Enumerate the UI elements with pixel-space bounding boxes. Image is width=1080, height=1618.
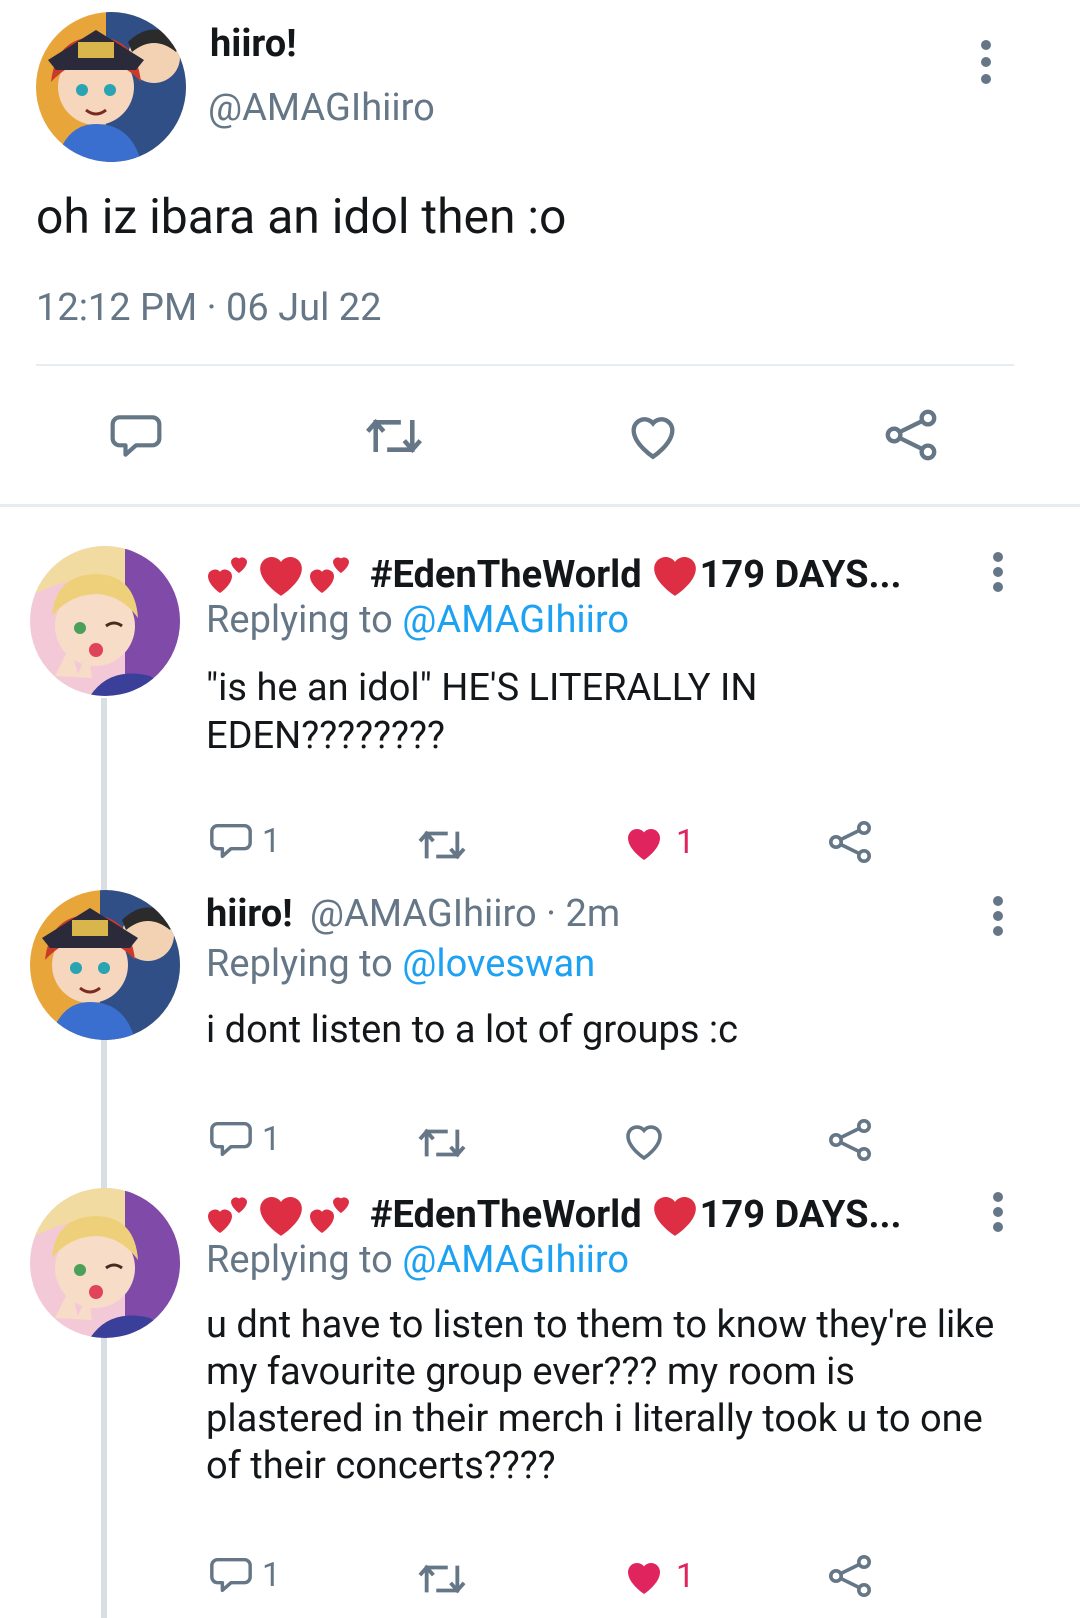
- main-display-name[interactable]: hiiro!: [210, 22, 296, 66]
- share-icon: [829, 821, 871, 863]
- reply-icon: [210, 1121, 252, 1157]
- section-divider: [0, 504, 1080, 507]
- reply1-name-row[interactable]: #EdenTheWorld 179 DAYS...: [206, 550, 902, 600]
- main-handle[interactable]: @AMAGIhiiro: [208, 86, 435, 130]
- reply1-retweet-button[interactable]: [414, 822, 470, 868]
- reply3-replying-to: Replying to @AMAGIhiiro: [206, 1238, 629, 1282]
- reply2-share-button[interactable]: [826, 1116, 874, 1164]
- main-like-button[interactable]: [624, 406, 682, 464]
- main-timestamp: 12:12 PM · 06 Jul 22: [36, 286, 381, 330]
- reply1-name-suffix[interactable]: 179 DAYS...: [700, 553, 902, 597]
- reply1-replying-handle[interactable]: @AMAGIhiiro: [402, 598, 629, 642]
- reply3-more-options-icon[interactable]: [992, 1192, 1004, 1232]
- reply-icon: [210, 1557, 252, 1593]
- reply3-display-name[interactable]: #EdenTheWorld: [370, 1193, 642, 1237]
- like-icon: [626, 1125, 662, 1161]
- reply2-name-row[interactable]: hiiro! @AMAGIhiiro · 2m: [206, 892, 620, 936]
- reply3-text: u dnt have to listen to them to know the…: [206, 1303, 995, 1488]
- reply2-replying-handle[interactable]: @loveswan: [402, 942, 595, 986]
- like-icon: [628, 1563, 660, 1594]
- two-hearts-emoji: [208, 1197, 247, 1233]
- heart-emoji: [260, 1196, 302, 1236]
- like-icon: [628, 829, 660, 860]
- reply2-reply-button[interactable]: 1: [208, 1116, 281, 1162]
- avatar-hiiro-main[interactable]: [36, 12, 186, 162]
- reply2-display-name[interactable]: hiiro!: [206, 892, 292, 936]
- reply3-retweet-button[interactable]: [414, 1556, 470, 1602]
- share-icon: [829, 1555, 871, 1597]
- reply1-share-button[interactable]: [826, 818, 874, 866]
- reply3-like-count: 1: [676, 1556, 695, 1596]
- reply2-retweet-button[interactable]: [414, 1120, 470, 1166]
- retweet-icon: [365, 418, 423, 454]
- reply2-time: · 2m: [546, 892, 621, 936]
- reply1-replying-to: Replying to @AMAGIhiiro: [206, 598, 629, 642]
- reply3-reply-button[interactable]: 1: [208, 1552, 281, 1598]
- reply2-replying-prefix: Replying to: [206, 942, 403, 986]
- reply1-like-button[interactable]: 1: [620, 818, 695, 866]
- reply3-reply-count: 1: [262, 1555, 281, 1595]
- main-tweet-text: oh iz ibara an idol then :o: [36, 188, 567, 245]
- reply-icon: [210, 823, 252, 859]
- reply2-text: i dont listen to a lot of groups :c: [206, 1008, 738, 1052]
- heart-emoji: [653, 556, 696, 596]
- main-retweet-button[interactable]: [362, 408, 426, 464]
- two-hearts-emoji: [208, 557, 247, 593]
- reply1-replying-prefix: Replying to: [206, 598, 403, 642]
- like-icon: [631, 417, 675, 460]
- two-hearts-emoji: [310, 557, 349, 593]
- reply1-text: "is he an idol" HE'S LITERALLY IN EDEN??…: [206, 666, 758, 758]
- reply3-name-suffix[interactable]: 179 DAYS...: [700, 1193, 902, 1237]
- main-time-separator: ·: [206, 286, 217, 330]
- heart-emoji: [653, 1196, 696, 1236]
- avatar-hiiro-reply[interactable]: [30, 890, 180, 1040]
- reply3-replying-handle[interactable]: @AMAGIhiiro: [402, 1238, 629, 1282]
- avatar-eden-1[interactable]: [30, 546, 180, 696]
- reply3-replying-prefix: Replying to: [206, 1238, 403, 1282]
- share-icon: [829, 1119, 871, 1161]
- reply1-reply-count: 1: [262, 821, 281, 861]
- reply1-display-name[interactable]: #EdenTheWorld: [370, 553, 642, 597]
- main-share-button[interactable]: [882, 406, 940, 464]
- avatar-eden-2[interactable]: [30, 1188, 180, 1338]
- heart-emoji: [260, 556, 302, 596]
- retweet-icon: [418, 1128, 466, 1158]
- share-icon: [885, 409, 937, 461]
- reply3-name-row[interactable]: #EdenTheWorld 179 DAYS...: [206, 1190, 902, 1240]
- thread-line: [101, 698, 107, 1618]
- main-date: 06 Jul 22: [226, 286, 382, 330]
- reply2-handle[interactable]: @AMAGIhiiro: [310, 892, 537, 936]
- reply2-replying-to: Replying to @loveswan: [206, 942, 595, 986]
- retweet-icon: [418, 1564, 466, 1594]
- main-time: 12:12 PM: [36, 286, 198, 330]
- main-reply-button[interactable]: [108, 408, 164, 464]
- reply2-like-button[interactable]: [620, 1116, 668, 1164]
- reply3-share-button[interactable]: [826, 1552, 874, 1600]
- reply1-like-count: 1: [676, 822, 695, 862]
- reply1-reply-button[interactable]: 1: [208, 818, 281, 864]
- reply2-more-options-icon[interactable]: [992, 896, 1004, 936]
- reply-icon: [110, 415, 162, 457]
- reply2-reply-count: 1: [262, 1119, 281, 1159]
- retweet-icon: [418, 830, 466, 860]
- reply1-more-options-icon[interactable]: [992, 552, 1004, 592]
- main-divider: [36, 364, 1014, 366]
- two-hearts-emoji: [310, 1197, 349, 1233]
- reply3-like-button[interactable]: 1: [620, 1552, 695, 1600]
- main-more-options-icon[interactable]: [980, 40, 992, 84]
